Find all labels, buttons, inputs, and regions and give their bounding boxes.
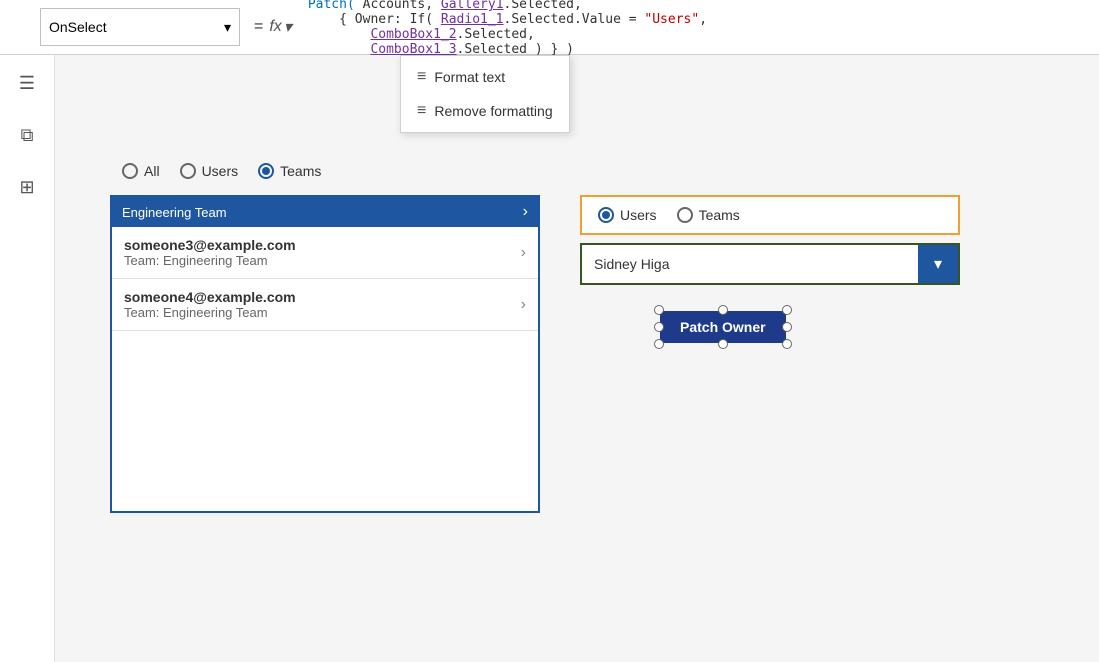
- handle-top-left[interactable]: [654, 305, 664, 315]
- gallery-item-0[interactable]: someone3@example.com Team: Engineering T…: [112, 227, 538, 279]
- format-text-label: Format text: [434, 69, 505, 85]
- dropdown-arrow-button[interactable]: ▾: [918, 245, 958, 283]
- handle-top-right[interactable]: [782, 305, 792, 315]
- dropdown-selected-value: Sidney Higa: [582, 248, 918, 280]
- radio-box-option-teams[interactable]: Teams: [677, 207, 740, 223]
- radio-option-users[interactable]: Users: [180, 163, 239, 179]
- gallery-item-text-0: someone3@example.com Team: Engineering T…: [124, 237, 296, 268]
- radio-box-circle-users: [598, 207, 614, 223]
- canvas-area: All Users Teams Engineering Team › someo…: [55, 55, 1099, 662]
- formula-bar: OnSelect ▾ = fx ▾ Patch( Accounts, Galle…: [0, 0, 1099, 55]
- fx-icon: fx ▾: [269, 17, 291, 37]
- handle-top-mid[interactable]: [718, 305, 728, 315]
- radio-option-all[interactable]: All: [122, 163, 160, 179]
- gallery-item-chevron-0-icon: ›: [521, 244, 526, 262]
- onselect-dropdown[interactable]: OnSelect ▾: [40, 8, 240, 46]
- context-menu: ≡ Format text ≡ Remove formatting: [400, 55, 570, 133]
- gallery-item-team-0: Team: Engineering Team: [124, 253, 296, 268]
- remove-formatting-icon: ≡: [417, 102, 426, 120]
- gallery-item-empty: [112, 331, 538, 511]
- radio-option-teams[interactable]: Teams: [258, 163, 321, 179]
- gallery-item-email-1: someone4@example.com: [124, 289, 296, 305]
- app-canvas: All Users Teams Engineering Team › someo…: [110, 95, 1090, 662]
- menu-icon[interactable]: ☰: [9, 65, 45, 101]
- gallery-header-label: Engineering Team: [122, 205, 227, 220]
- handle-bottom-right[interactable]: [782, 339, 792, 349]
- top-radio-group: All Users Teams: [110, 155, 333, 187]
- dropdown-box[interactable]: Sidney Higa ▾: [580, 243, 960, 285]
- gallery-header-arrow-icon: ›: [523, 203, 528, 221]
- remove-formatting-menu-item[interactable]: ≡ Remove formatting: [401, 94, 569, 128]
- gallery-item-text-1: someone4@example.com Team: Engineering T…: [124, 289, 296, 320]
- remove-formatting-label: Remove formatting: [434, 103, 552, 119]
- radio-box-option-users[interactable]: Users: [598, 207, 657, 223]
- radio-circle-users: [180, 163, 196, 179]
- gallery-header: Engineering Team ›: [112, 197, 538, 227]
- radio-label-teams: Teams: [280, 163, 321, 179]
- handle-bottom-left[interactable]: [654, 339, 664, 349]
- radio-box: Users Teams: [580, 195, 960, 235]
- dropdown-value-label: OnSelect: [49, 19, 107, 35]
- radio-box-circle-teams: [677, 207, 693, 223]
- gallery-item-chevron-1-icon: ›: [521, 296, 526, 314]
- gallery-item-1[interactable]: someone4@example.com Team: Engineering T…: [112, 279, 538, 331]
- dropdown-chevron-icon[interactable]: ▾: [224, 19, 231, 36]
- gallery-item-team-1: Team: Engineering Team: [124, 305, 296, 320]
- radio-box-label-teams: Teams: [699, 207, 740, 223]
- radio-circle-all: [122, 163, 138, 179]
- radio-box-label-users: Users: [620, 207, 657, 223]
- right-controls: Users Teams Sidney Higa ▾: [580, 195, 960, 343]
- dropdown-arrow-icon: ▾: [934, 254, 942, 274]
- components-icon[interactable]: ⊞: [9, 169, 45, 205]
- left-sidebar: ☰ ⧉ ⊞: [0, 55, 55, 662]
- format-text-icon: ≡: [417, 68, 426, 86]
- radio-label-users: Users: [202, 163, 239, 179]
- format-text-menu-item[interactable]: ≡ Format text: [401, 60, 569, 94]
- handle-mid-right[interactable]: [782, 322, 792, 332]
- radio-label-all: All: [144, 163, 160, 179]
- layers-icon[interactable]: ⧉: [9, 117, 45, 153]
- radio-circle-teams: [258, 163, 274, 179]
- gallery-item-email-0: someone3@example.com: [124, 237, 296, 253]
- gallery-container: Engineering Team › someone3@example.com …: [110, 195, 540, 513]
- handle-mid-left[interactable]: [654, 322, 664, 332]
- formula-code-area[interactable]: Patch( Accounts, Gallery1.Selected, { Ow…: [300, 0, 1099, 61]
- patch-owner-wrapper: Patch Owner: [660, 311, 786, 343]
- equals-sign: =: [254, 18, 263, 36]
- handle-bottom-mid[interactable]: [718, 339, 728, 349]
